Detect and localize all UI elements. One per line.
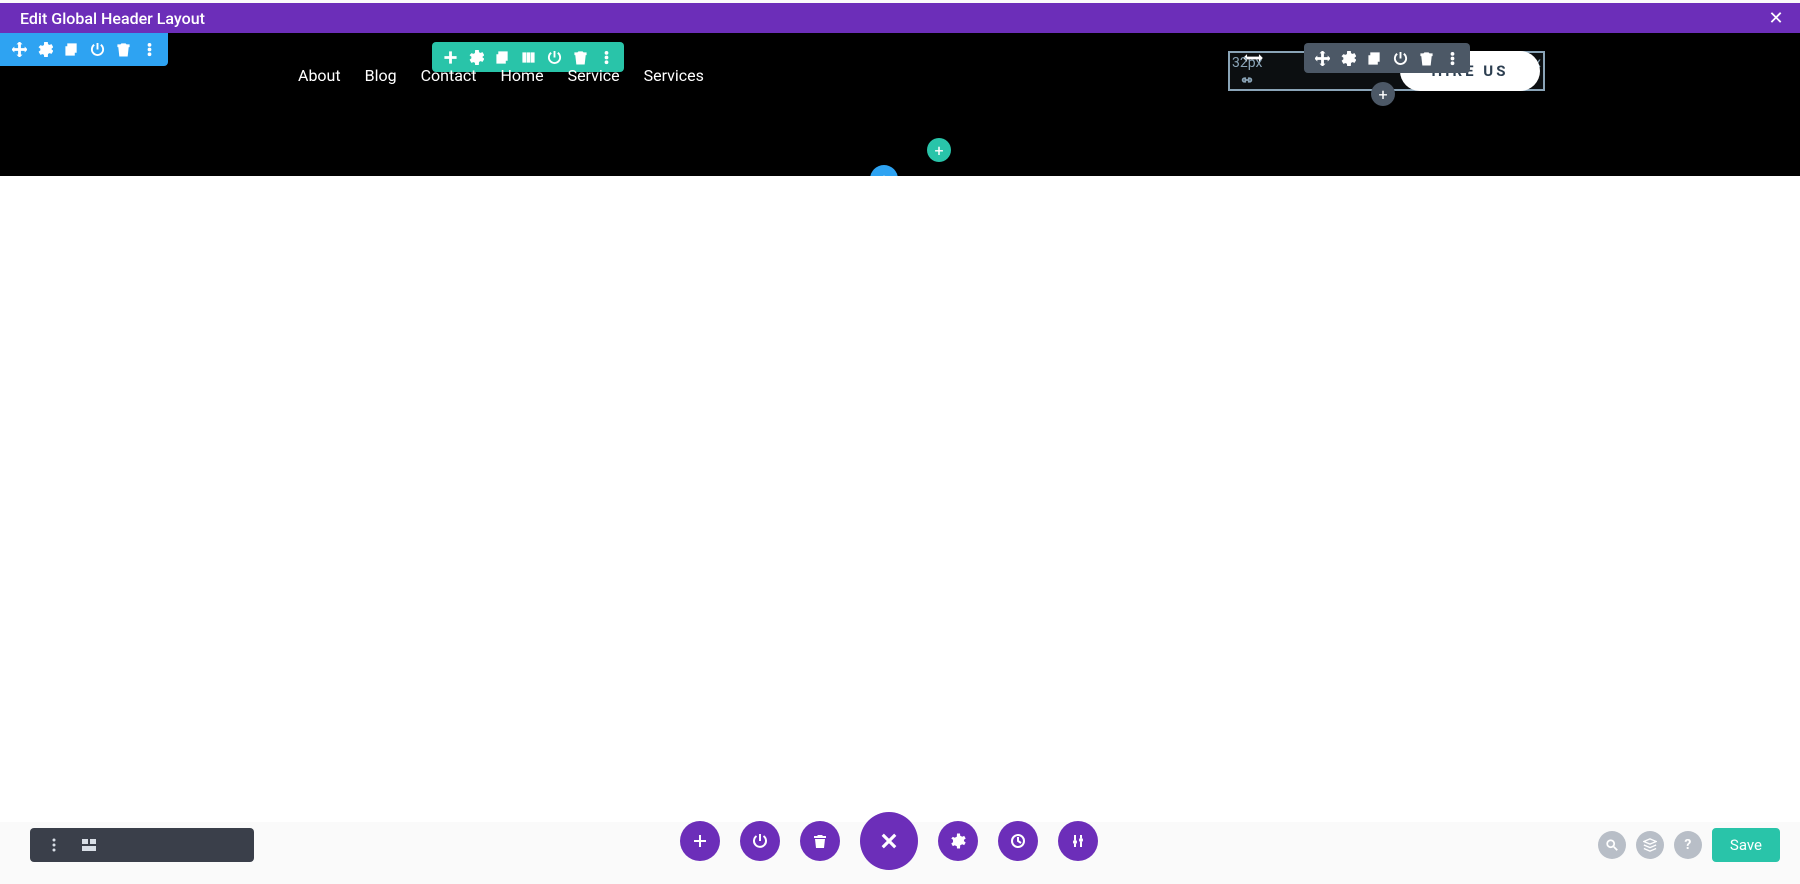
close-builder-button[interactable] [860, 812, 918, 870]
canvas-area[interactable] [0, 176, 1800, 822]
save-button[interactable]: Save [1712, 828, 1780, 862]
nav-item-home[interactable]: Home [501, 66, 544, 85]
nav-item-blog[interactable]: Blog [365, 66, 397, 85]
trash-icon[interactable] [1413, 45, 1439, 71]
gear-icon[interactable] [32, 37, 58, 63]
bottom-center-toolbar [680, 812, 1098, 870]
move-icon[interactable] [6, 37, 32, 63]
more-icon[interactable] [136, 37, 162, 63]
topbar-title: Edit Global Header Layout [20, 9, 1764, 28]
move-icon[interactable] [1309, 45, 1335, 71]
power-icon[interactable] [1387, 45, 1413, 71]
bottom-right-toolbar: ? Save [1598, 828, 1780, 862]
link-icon [1232, 73, 1262, 89]
wireframe-icon[interactable] [74, 830, 104, 860]
power-icon[interactable] [84, 37, 110, 63]
gear-button[interactable] [938, 821, 978, 861]
duplicate-icon[interactable] [58, 37, 84, 63]
power-button[interactable] [740, 821, 780, 861]
nav-item-about[interactable]: About [298, 66, 341, 85]
nav-item-services[interactable]: Services [644, 66, 704, 85]
search-button[interactable] [1598, 831, 1626, 859]
desktop-icon[interactable] [145, 830, 175, 860]
trash-button[interactable] [800, 821, 840, 861]
gear-icon[interactable] [1335, 45, 1361, 71]
more-icon[interactable] [39, 830, 69, 860]
more-icon[interactable] [1439, 45, 1465, 71]
global-header-topbar: Edit Global Header Layout ✕ [0, 3, 1800, 33]
add-button[interactable] [680, 821, 720, 861]
trash-icon[interactable] [110, 37, 136, 63]
add-module-button[interactable]: + [1371, 82, 1395, 106]
zoom-icon[interactable] [109, 830, 139, 860]
module-toolbar [1304, 43, 1470, 73]
padding-left-label: 32px [1232, 55, 1262, 89]
nav-item-contact[interactable]: Contact [421, 66, 477, 85]
bottom-left-toolbar [30, 828, 254, 862]
nav-menu: About Blog Contact Home Service Services [298, 66, 704, 85]
add-row-button[interactable]: + [927, 138, 951, 162]
header-section[interactable]: About Blog Contact Home Service Services… [0, 33, 1800, 176]
tablet-icon[interactable] [180, 830, 210, 860]
nav-item-service[interactable]: Service [568, 66, 620, 85]
section-toolbar [0, 33, 168, 66]
history-button[interactable] [998, 821, 1038, 861]
layers-button[interactable] [1636, 831, 1664, 859]
phone-icon[interactable] [215, 830, 245, 860]
help-button[interactable]: ? [1674, 831, 1702, 859]
duplicate-icon[interactable] [1361, 45, 1387, 71]
sliders-button[interactable] [1058, 821, 1098, 861]
close-icon[interactable]: ✕ [1764, 8, 1788, 29]
